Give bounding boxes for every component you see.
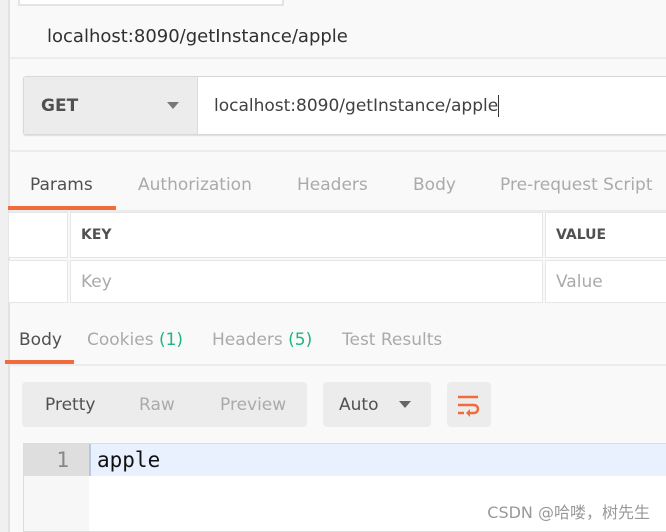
request-title: localhost:8090/getInstance/apple	[47, 26, 348, 47]
divider	[10, 364, 666, 366]
tab-body[interactable]: Body	[413, 175, 456, 195]
divider	[10, 57, 666, 59]
url-input[interactable]: localhost:8090/getInstance/apple	[198, 77, 500, 134]
method-select[interactable]: GET	[24, 77, 198, 134]
gutter	[24, 476, 89, 531]
line-number: 1	[24, 444, 89, 476]
tab-label: Headers	[212, 330, 283, 350]
divider	[10, 150, 666, 152]
column-header-value: VALUE	[545, 212, 666, 258]
url-value: localhost:8090/getInstance/apple	[214, 95, 499, 116]
tab-pre-request-script[interactable]: Pre-request Script	[500, 175, 653, 195]
tab-label: Cookies	[87, 330, 154, 350]
tab-headers[interactable]: Headers	[297, 175, 368, 195]
response-tab-test-results[interactable]: Test Results	[342, 330, 442, 350]
wrap-lines-icon	[458, 395, 480, 417]
tab-authorization[interactable]: Authorization	[138, 175, 252, 195]
format-label: Auto	[339, 394, 379, 415]
count-badge: (5)	[288, 330, 313, 350]
format-select[interactable]: Auto	[323, 382, 431, 427]
value-input[interactable]: Value	[545, 260, 666, 303]
response-tab-cookies[interactable]: Cookies (1)	[87, 330, 183, 350]
top-panel-edge	[18, 0, 284, 6]
key-input[interactable]: Key	[70, 260, 543, 303]
text-cursor	[498, 94, 500, 117]
chevron-down-icon	[399, 401, 411, 408]
code-line: apple	[89, 444, 666, 476]
row-checkbox-cell	[8, 260, 68, 303]
wrap-lines-button[interactable]	[447, 382, 491, 427]
tab-params[interactable]: Params	[30, 175, 93, 195]
count-badge: (1)	[158, 330, 184, 350]
view-mode-group: Pretty Raw Preview	[22, 382, 307, 427]
url-bar: GET localhost:8090/getInstance/apple	[23, 76, 666, 135]
raw-button[interactable]: Raw	[139, 395, 175, 415]
chevron-down-icon	[167, 102, 179, 109]
pretty-button[interactable]: Pretty	[45, 395, 95, 415]
response-tab-headers[interactable]: Headers (5)	[212, 330, 312, 350]
column-header-key: KEY	[70, 212, 543, 258]
watermark: CSDN @哈喽，树先生	[487, 503, 650, 522]
method-label: GET	[41, 95, 79, 116]
preview-button[interactable]: Preview	[220, 395, 286, 415]
response-tab-body[interactable]: Body	[19, 330, 62, 350]
header-checkbox-cell	[8, 212, 68, 258]
